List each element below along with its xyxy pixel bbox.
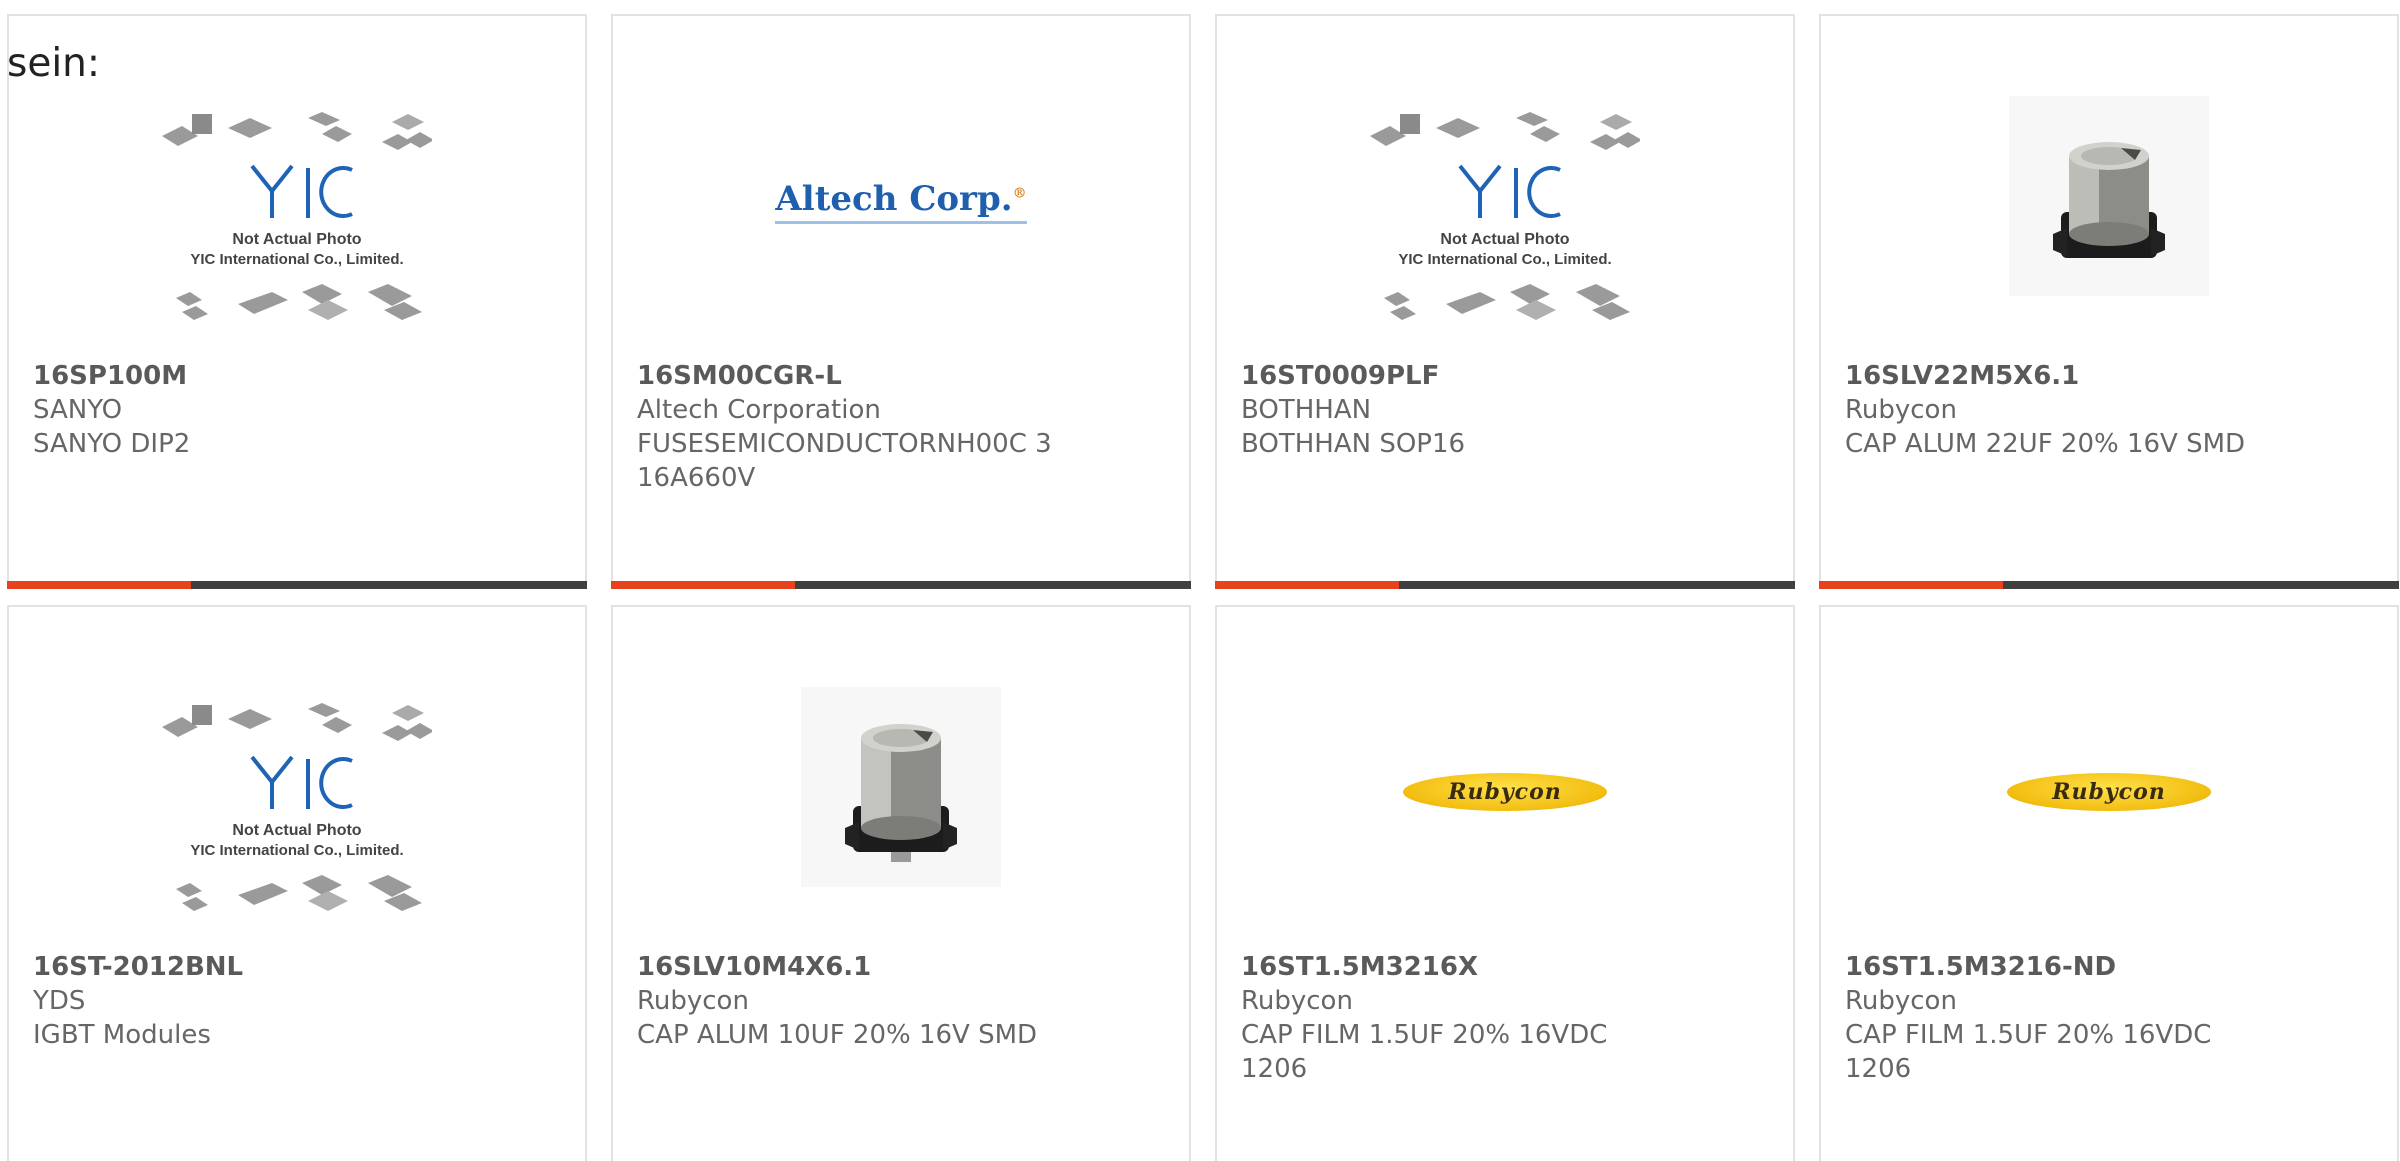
product-card[interactable]: Not Actual Photo YIC International Co., … [7, 605, 587, 1161]
product-info: 16SP100M SANYO SANYO DIP2 [33, 359, 561, 461]
capacitor-photo-icon [801, 687, 1001, 887]
manufacturer: Rubycon [1845, 395, 1957, 425]
product-image: Rubycon [1217, 687, 1793, 897]
part-number: 16SP100M [33, 361, 188, 391]
description: FUSESEMICONDUCTORNH00C 3 16A660V [637, 429, 1052, 493]
yic-placeholder-icon: Not Actual Photo YIC International Co., … [162, 703, 432, 911]
product-info: 16SM00CGR-L Altech Corporation FUSESEMIC… [637, 359, 1165, 495]
part-number: 16SLV22M5X6.1 [1845, 361, 2080, 391]
product-info: 16ST-2012BNL YDS IGBT Modules [33, 950, 561, 1052]
product-info: 16ST1.5M3216-ND Rubycon CAP FILM 1.5UF 2… [1845, 950, 2373, 1086]
part-number: 16ST0009PLF [1241, 361, 1440, 391]
rubycon-logo-icon: Rubycon [2007, 773, 2211, 811]
description: BOTHHAN SOP16 [1241, 429, 1466, 459]
card-bottom-bar [1819, 581, 2399, 589]
product-image [1821, 86, 2397, 306]
part-number: 16SLV10M4X6.1 [637, 952, 872, 982]
yic-placeholder-icon: Not Actual Photo YIC International Co., … [1370, 112, 1640, 320]
svg-text:YIC International Co., Limited: YIC International Co., Limited. [1398, 251, 1611, 268]
part-number: 16SM00CGR-L [637, 361, 842, 391]
svg-text:Not Actual Photo: Not Actual Photo [1440, 231, 1569, 248]
rubycon-logo-icon: Rubycon [1403, 773, 1607, 811]
product-card[interactable]: Rubycon 16ST1.5M3216X Rubycon CAP FILM 1… [1215, 605, 1795, 1161]
product-card[interactable]: 16SLV10M4X6.1 Rubycon CAP ALUM 10UF 20% … [611, 605, 1191, 1161]
svg-text:Not Actual Photo: Not Actual Photo [232, 822, 361, 839]
description: CAP FILM 1.5UF 20% 16VDC 1206 [1845, 1020, 2212, 1084]
product-card[interactable]: 16SLV22M5X6.1 Rubycon CAP ALUM 22UF 20% … [1819, 14, 2399, 589]
product-image: Not Actual Photo YIC International Co., … [9, 687, 585, 947]
manufacturer: Rubycon [1241, 986, 1353, 1016]
product-card[interactable]: Rubycon 16ST1.5M3216-ND Rubycon CAP FILM… [1819, 605, 2399, 1161]
manufacturer: BOTHHAN [1241, 395, 1372, 425]
product-card[interactable]: Not Actual Photo YIC International Co., … [1215, 14, 1795, 589]
intro-text: sein: [7, 41, 101, 86]
product-card[interactable]: Not Actual Photo YIC International Co., … [7, 14, 587, 589]
description: SANYO DIP2 [33, 429, 191, 459]
description: CAP ALUM 22UF 20% 16V SMD [1845, 429, 2246, 459]
manufacturer: Altech Corporation [637, 395, 881, 425]
product-info: 16ST1.5M3216X Rubycon CAP FILM 1.5UF 20%… [1241, 950, 1769, 1086]
product-info: 16ST0009PLF BOTHHAN BOTHHAN SOP16 [1241, 359, 1769, 461]
product-image: Not Actual Photo YIC International Co., … [1217, 96, 1793, 356]
part-number: 16ST1.5M3216-ND [1845, 952, 2117, 982]
product-image [613, 677, 1189, 897]
yic-placeholder-icon: Not Actual Photo YIC International Co., … [162, 112, 432, 320]
svg-text:YIC International Co., Limited: YIC International Co., Limited. [190, 842, 403, 859]
card-bottom-bar [1215, 581, 1795, 589]
product-info: 16SLV22M5X6.1 Rubycon CAP ALUM 22UF 20% … [1845, 359, 2373, 461]
product-image: Altech Corp.® [613, 96, 1189, 306]
svg-text:YIC International Co., Limited: YIC International Co., Limited. [190, 251, 403, 268]
manufacturer: Rubycon [637, 986, 749, 1016]
svg-text:Not Actual Photo: Not Actual Photo [232, 231, 361, 248]
card-bottom-bar [7, 581, 587, 589]
part-number: 16ST-2012BNL [33, 952, 244, 982]
product-info: 16SLV10M4X6.1 Rubycon CAP ALUM 10UF 20% … [637, 950, 1165, 1052]
manufacturer: SANYO [33, 395, 123, 425]
product-image: Not Actual Photo YIC International Co., … [9, 96, 585, 356]
description: CAP ALUM 10UF 20% 16V SMD [637, 1020, 1038, 1050]
description: IGBT Modules [33, 1020, 211, 1050]
manufacturer: YDS [33, 986, 86, 1016]
capacitor-photo-icon [2009, 96, 2209, 296]
product-card[interactable]: Altech Corp.® 16SM00CGR-L Altech Corpora… [611, 14, 1191, 589]
part-number: 16ST1.5M3216X [1241, 952, 1478, 982]
manufacturer: Rubycon [1845, 986, 1957, 1016]
card-bottom-bar [611, 581, 1191, 589]
product-image: Rubycon [1821, 687, 2397, 897]
altech-logo-icon: Altech Corp.® [775, 179, 1027, 224]
description: CAP FILM 1.5UF 20% 16VDC 1206 [1241, 1020, 1608, 1084]
